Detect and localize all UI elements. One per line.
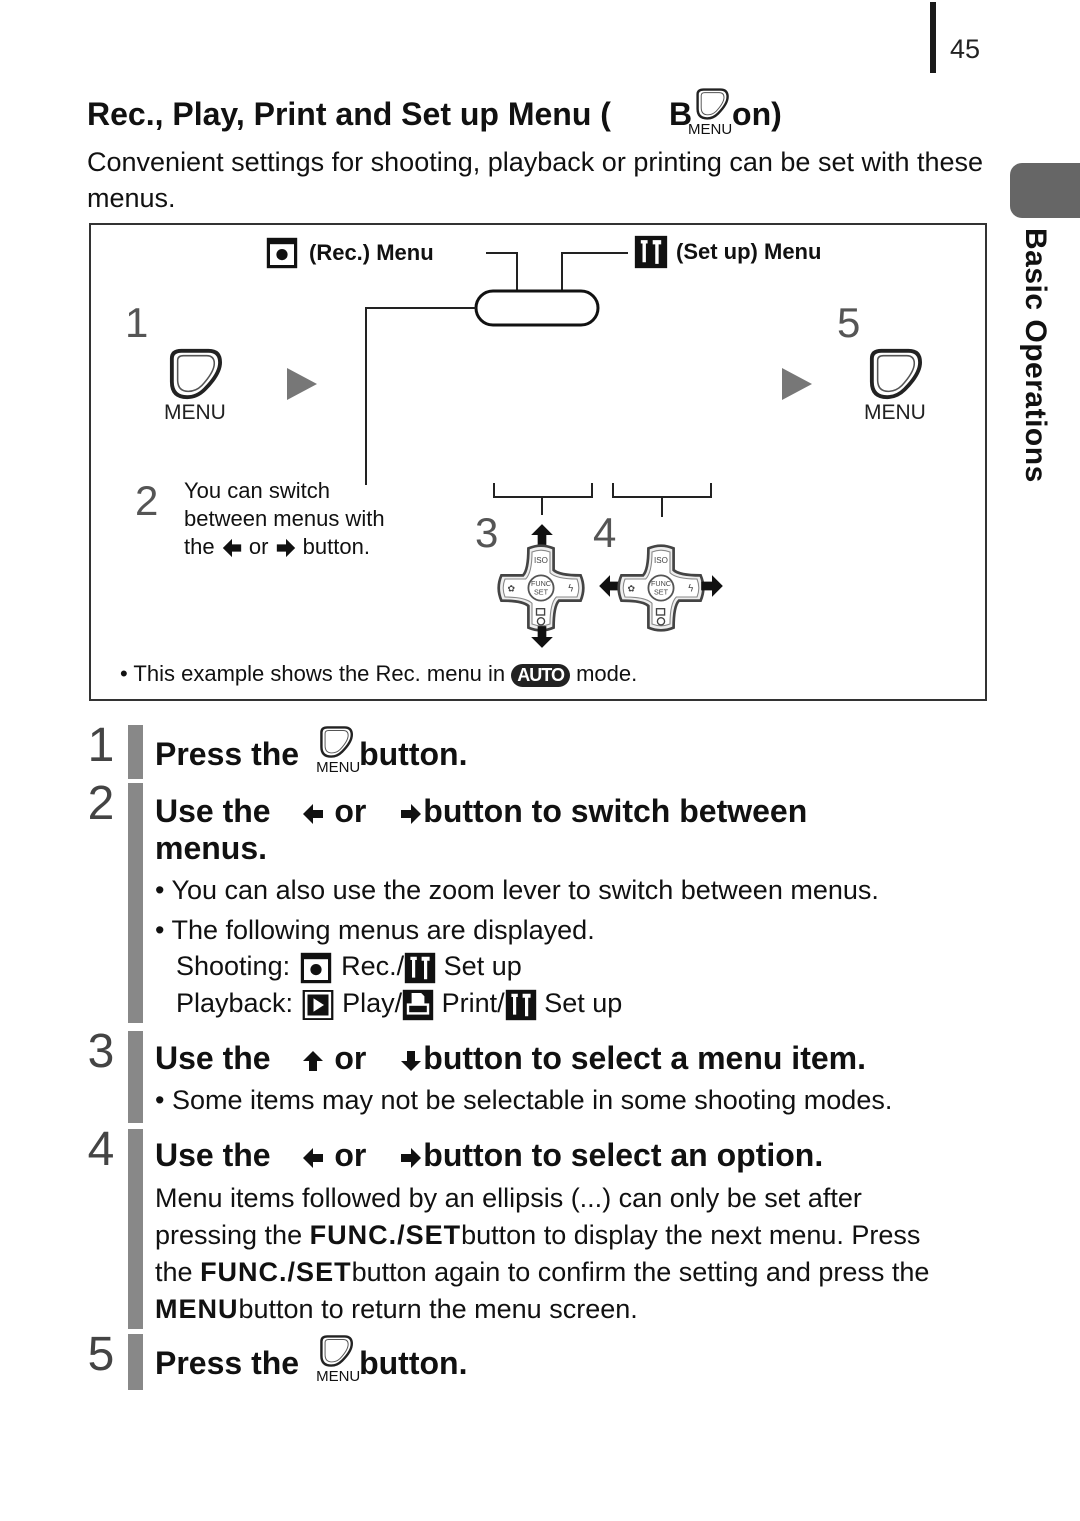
rec-menu-label: (Rec.) Menu <box>263 237 434 269</box>
step-4-bar <box>128 1129 143 1329</box>
step-3-number: 3 <box>87 1025 115 1078</box>
left-arrow-icon <box>301 802 325 826</box>
step-5-number: 5 <box>87 1328 115 1381</box>
right-arrow-icon <box>275 537 297 559</box>
menu-button-icon: MENU <box>299 1344 360 1385</box>
right-arrow-icon <box>399 802 423 826</box>
section-title: Rec., Play, Print and Set up Menu (B MEN… <box>87 95 782 138</box>
page-number: 45 <box>950 34 981 64</box>
step-5-title: Press the MENU button. <box>155 1344 467 1385</box>
camera-icon <box>298 952 334 984</box>
menu-button-label: MENU <box>155 1294 239 1324</box>
diagram-step-5-number: 5 <box>837 299 861 346</box>
playback-menus-line: Playback: Play/ Print/ Set up <box>176 985 622 1021</box>
func-set-button-label: FUNC./SET <box>200 1257 352 1287</box>
step-5-bar <box>128 1334 143 1390</box>
four-way-controller-icon <box>616 543 706 633</box>
section-intro: Convenient settings for shooting, playba… <box>87 147 984 213</box>
right-arrow-icon <box>399 1146 423 1170</box>
step-2-title: Use the or button to switch between menu… <box>155 793 808 866</box>
down-arrow-icon <box>399 1049 423 1073</box>
diagram-step-4-number: 4 <box>593 509 617 556</box>
menu-button-icon <box>865 347 925 401</box>
left-arrow-icon <box>221 537 243 559</box>
section-tab-label: Basic Operations <box>1019 228 1052 483</box>
diagram-step-2-hint: You can switch between menus with the or… <box>184 478 385 559</box>
step-1-number: 1 <box>87 719 115 772</box>
menu-button-icon <box>165 347 225 401</box>
four-way-controller-icon <box>496 543 586 633</box>
setup-tools-icon <box>634 235 668 269</box>
step-2-bullet-zoom: • You can also use the zoom lever to swi… <box>155 875 879 905</box>
play-arrow-icon <box>287 368 317 400</box>
menu-button-icon: MENU <box>688 95 732 138</box>
menu-button-icon: MENU <box>299 735 360 776</box>
step-3-title: Use the or button to select a menu item. <box>155 1040 866 1076</box>
setup-tools-icon <box>404 952 436 984</box>
up-arrow-icon <box>301 1049 325 1073</box>
auto-mode-badge: AUTO <box>511 663 570 687</box>
section-tab-marker <box>1010 163 1080 218</box>
menu-button-caption: MENU <box>864 401 926 424</box>
diagram-footnote: • This example shows the Rec. menu in AU… <box>120 661 638 687</box>
right-arrow-icon <box>698 573 726 599</box>
playback-icon <box>301 990 335 1020</box>
step-2-bar <box>128 783 143 1023</box>
step-2-bullet-menus: • The following menus are displayed. <box>155 915 595 945</box>
func-set-button-label: FUNC./SET <box>309 1220 462 1250</box>
menu-button-caption: MENU <box>164 401 226 424</box>
step-1-bar <box>128 725 143 779</box>
left-arrow-icon <box>301 1146 325 1170</box>
menu-diagram: (Rec.) Menu (Set up) Menu 1 5 MENU MENU … <box>89 223 987 701</box>
step-4-description: Menu items followed by an ellipsis (...)… <box>155 1183 930 1324</box>
camera-icon <box>263 237 301 269</box>
diagram-step-2-number: 2 <box>135 477 159 524</box>
setup-tools-icon <box>505 989 537 1021</box>
down-arrow-icon <box>529 623 555 651</box>
diagram-step-3-number: 3 <box>475 509 499 556</box>
shooting-menus-line: Shooting: Rec./ Set up <box>176 948 522 984</box>
step-1-title: Press the MENU button. <box>155 735 467 776</box>
setup-menu-label: (Set up) Menu <box>634 235 821 269</box>
step-4-number: 4 <box>87 1123 115 1176</box>
print-icon <box>402 989 434 1021</box>
step-3-bar <box>128 1031 143 1123</box>
page-number-rule <box>930 2 936 73</box>
step-2-number: 2 <box>87 777 115 830</box>
step-3-bullet: • Some items may not be selectable in so… <box>155 1085 893 1115</box>
play-arrow-icon <box>782 368 812 400</box>
step-4-title: Use the or button to select an option. <box>155 1137 824 1173</box>
diagram-step-1-number: 1 <box>125 299 149 346</box>
